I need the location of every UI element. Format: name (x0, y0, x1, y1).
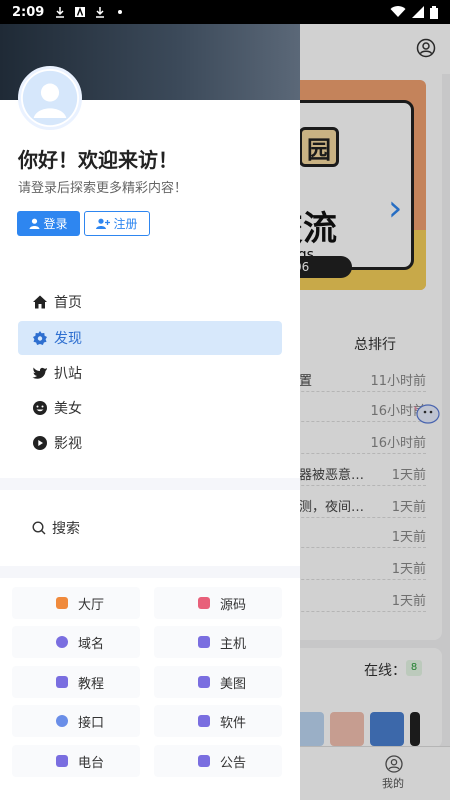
nav-item-home[interactable]: 首页 (18, 285, 282, 319)
api-icon (56, 715, 68, 727)
cube-icon (198, 715, 210, 727)
grid-item[interactable]: 接口 (12, 705, 140, 737)
user-icon (29, 218, 40, 229)
grid-item[interactable]: 域名 (12, 626, 140, 658)
grid-label: 主机 (220, 636, 247, 652)
radio-icon (56, 755, 68, 767)
nav-label: 首页 (54, 295, 82, 311)
grid-label: 电台 (78, 755, 105, 771)
download-icon (56, 7, 65, 18)
nav-label: 扒站 (54, 366, 82, 382)
grid-item[interactable]: 教程 (12, 666, 140, 698)
app-a-icon (75, 7, 86, 17)
battery-icon (430, 5, 438, 19)
grid-label: 教程 (78, 676, 105, 692)
greeting-subtitle: 请登录后探索更多精彩内容！ (18, 181, 188, 196)
system-icons (390, 5, 438, 19)
search-icon (32, 521, 46, 535)
domain-icon (56, 636, 68, 648)
signal-icon (412, 6, 424, 18)
greeting-title: 你好！欢迎来访！ (18, 148, 178, 172)
nav-label: 美女 (54, 401, 82, 417)
grid-item[interactable]: 主机 (154, 626, 282, 658)
search-label: 搜索 (52, 521, 80, 537)
login-label: 登录 (43, 217, 68, 231)
tutorial-icon (56, 676, 68, 688)
grid-item[interactable]: 公告 (154, 745, 282, 777)
grid-item[interactable]: 电台 (12, 745, 140, 777)
nav-item-beauty[interactable]: 美女 (18, 391, 282, 425)
register-button[interactable]: 注册 (84, 211, 150, 236)
grid-label: 源码 (220, 597, 247, 613)
grid-item[interactable]: 源码 (154, 587, 282, 619)
hall-icon (56, 597, 68, 609)
source-code-icon (198, 597, 210, 609)
camera-icon (198, 676, 210, 688)
nav-item-discover[interactable]: 发现 (18, 321, 282, 355)
register-label: 注册 (113, 217, 138, 231)
discover-icon (33, 331, 47, 345)
dot-icon (118, 10, 123, 14)
notification-icons (54, 6, 126, 18)
user-plus-icon (96, 218, 111, 229)
avatar[interactable] (18, 66, 82, 130)
grid-item[interactable]: 软件 (154, 705, 282, 737)
login-button[interactable]: 登录 (17, 211, 80, 236)
grid-label: 软件 (220, 715, 247, 731)
download-icon (96, 7, 105, 18)
notice-icon (198, 755, 210, 767)
grid-label: 美图 (220, 676, 247, 692)
nav-item-scrape[interactable]: 扒站 (18, 356, 282, 390)
wifi-icon (390, 6, 406, 18)
status-time: 2:09 (12, 4, 45, 20)
play-icon (33, 436, 47, 450)
nav-label: 发现 (54, 331, 82, 347)
grid-label: 域名 (78, 636, 105, 652)
grid-item[interactable]: 美图 (154, 666, 282, 698)
host-icon (198, 636, 210, 648)
grid-item[interactable]: 大厅 (12, 587, 140, 619)
nav-item-video[interactable]: 影视 (18, 426, 282, 460)
home-icon (33, 295, 47, 309)
bird-icon (32, 367, 47, 379)
smiley-icon (33, 401, 47, 415)
search-item[interactable]: 搜索 (32, 518, 80, 538)
status-bar: 2:09 (0, 0, 450, 24)
nav-label: 影视 (54, 436, 82, 452)
grid-label: 公告 (220, 755, 247, 771)
grid-label: 大厅 (78, 597, 105, 613)
grid-label: 接口 (78, 715, 105, 731)
